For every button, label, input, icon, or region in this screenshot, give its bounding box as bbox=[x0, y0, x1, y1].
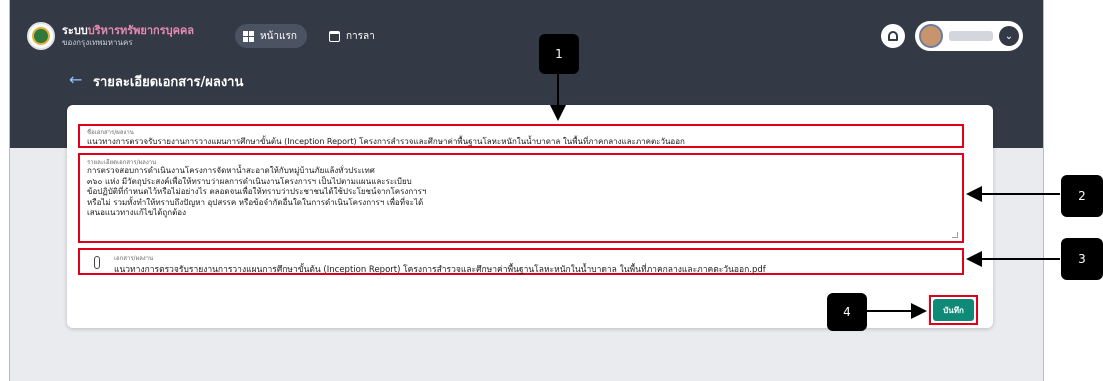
chevron-down-icon[interactable]: ⌄ bbox=[999, 26, 1019, 46]
brand-prefix: ระบบ bbox=[62, 24, 88, 37]
callout-4: 4 bbox=[827, 293, 867, 331]
brand-title: ระบบบริหารทรัพยากรบุคคล ของกรุงเทพมหานคร bbox=[62, 24, 194, 48]
detail-line: ข้อปฏิบัติที่กำหนดไว้หรือไม่อย่างไร ตลอด… bbox=[87, 187, 427, 196]
document-name-field[interactable]: ชื่อเอกสาร/ผลงาน แนวทางการตรวจรับรายงานก… bbox=[78, 124, 964, 148]
notification-button[interactable] bbox=[881, 24, 905, 48]
brand-name: ระบบบริหารทรัพยากรบุคคล bbox=[62, 24, 194, 37]
document-file-link[interactable]: แนวทางการตรวจรับรายงานการวางแผนการศึกษาข… bbox=[114, 262, 766, 276]
brand-accent: บริหารทรัพยากรบุคคล bbox=[87, 24, 195, 37]
nav-home-label: หน้าแรก bbox=[260, 30, 297, 42]
resize-handle-icon[interactable] bbox=[952, 232, 958, 238]
paperclip-icon bbox=[94, 256, 100, 269]
nav-leave-button[interactable]: การลา bbox=[329, 24, 375, 48]
bma-logo[interactable] bbox=[27, 22, 55, 50]
nav-home-button[interactable]: หน้าแรก bbox=[235, 24, 307, 48]
detail-line: หรือไม่ รวมทั้งทำให้ทราบถึงปัญหา อุปสรรค… bbox=[87, 197, 424, 207]
document-file-field[interactable]: เอกสาร/ผลงาน แนวทางการตรวจรับรายงานการวา… bbox=[78, 248, 964, 275]
callout-1: 1 bbox=[539, 34, 579, 74]
grid-icon bbox=[243, 30, 254, 42]
detail-line: ๓๖๐ แห่ง มีวัตถุประสงค์เพื่อให้ทราบว่าผล… bbox=[87, 176, 412, 186]
detail-line: การตรวจสอบการดำเนินงานโครงการจัดหาน้ำสะอ… bbox=[87, 166, 375, 175]
document-name-value[interactable]: แนวทางการตรวจรับรายงานการวางแผนการศึกษาข… bbox=[87, 135, 685, 148]
logo-emblem bbox=[32, 27, 50, 45]
nav-leave-label: การลา bbox=[346, 30, 375, 42]
document-detail-textarea[interactable]: รายละเอียดเอกสาร/ผลงาน การตรวจสอบการดำเน… bbox=[78, 153, 964, 243]
user-menu[interactable]: ⌄ bbox=[915, 21, 1023, 51]
avatar bbox=[919, 24, 943, 48]
user-name-blurred bbox=[949, 31, 993, 41]
arrow-left-icon[interactable]: ← bbox=[69, 72, 82, 88]
page-title: รายละเอียดเอกสาร/ผลงาน bbox=[93, 75, 244, 90]
brand-subtitle: ของกรุงเทพมหานคร bbox=[62, 38, 133, 47]
callout-2: 2 bbox=[1061, 175, 1103, 217]
detail-line: เสนอแนวทางแก้ไขได้ถูกต้อง bbox=[87, 208, 186, 217]
callout-3: 3 bbox=[1061, 238, 1103, 280]
bell-icon bbox=[888, 31, 898, 41]
calendar-icon bbox=[329, 30, 340, 42]
document-detail-text[interactable]: การตรวจสอบการดำเนินงานโครงการจัดหาน้ำสะอ… bbox=[87, 166, 426, 219]
save-button[interactable]: บันทึก bbox=[933, 299, 974, 321]
